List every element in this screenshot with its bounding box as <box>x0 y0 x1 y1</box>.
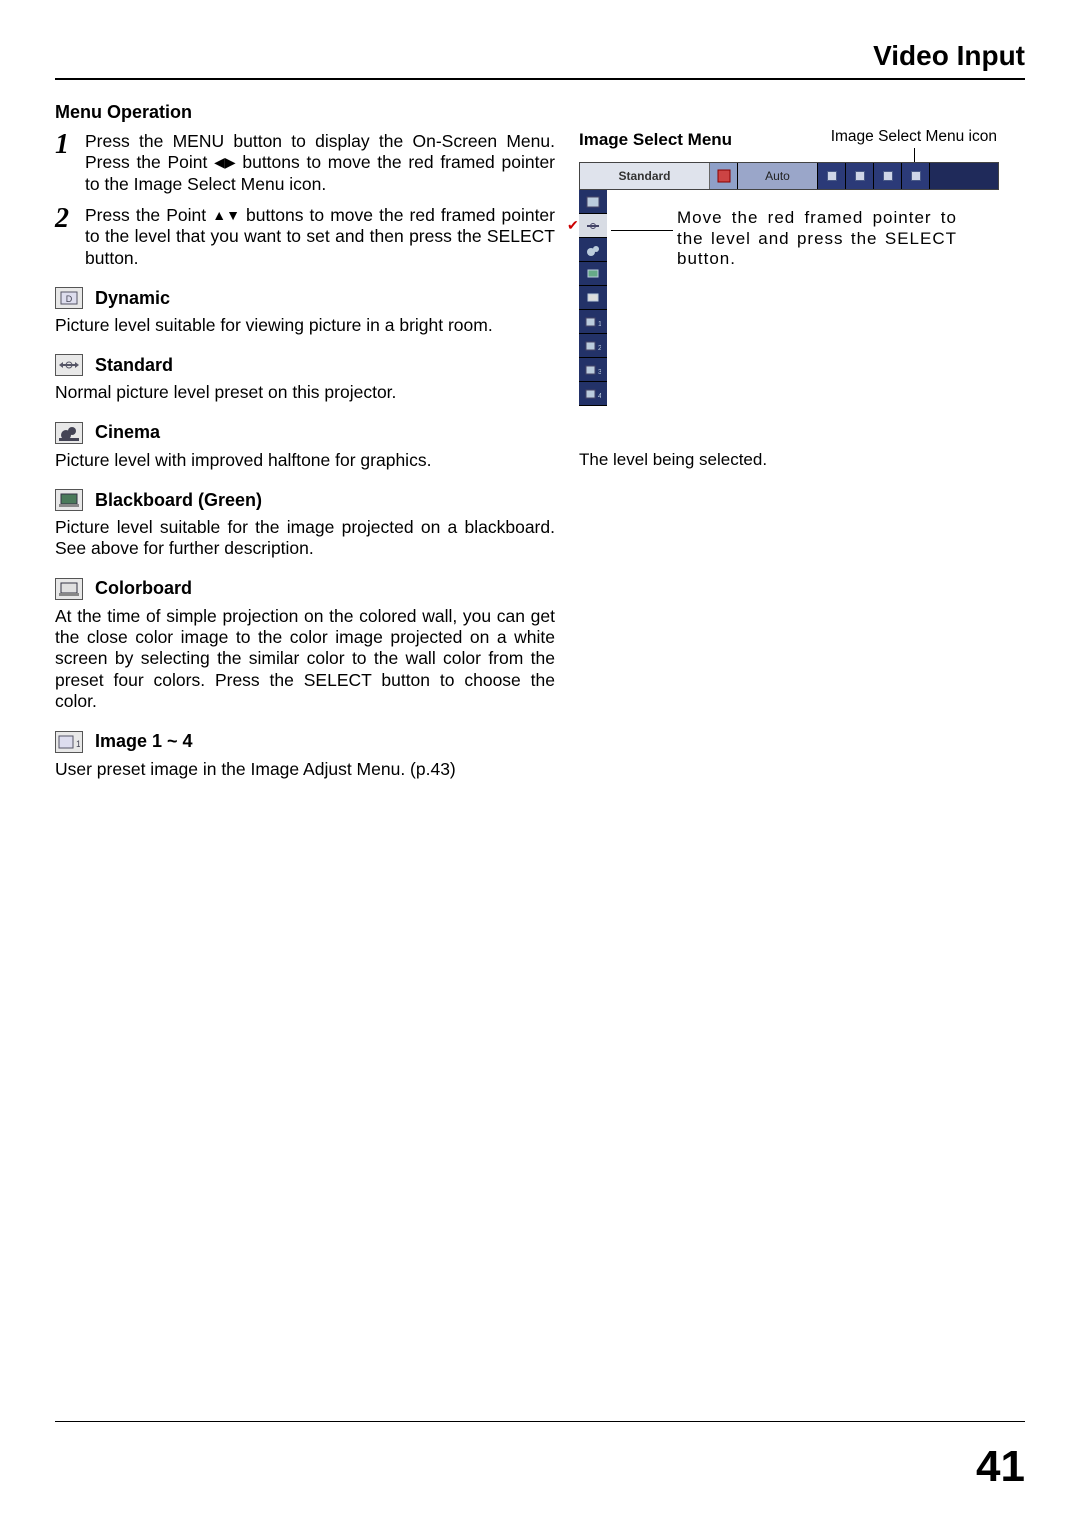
level-caption: The level being selected. <box>579 450 1019 470</box>
right-column: Image Select Menu icon Image Select Menu… <box>579 98 1019 780</box>
mode-desc: At the time of simple projection on the … <box>55 606 555 713</box>
left-right-arrows-icon: ◀▶ <box>214 154 236 171</box>
svg-text:D: D <box>66 294 73 304</box>
cinema-icon <box>55 422 83 444</box>
mode-desc: Normal picture level preset on this proj… <box>55 382 555 403</box>
dynamic-icon: D <box>55 287 83 309</box>
mode-palette: ✔ 1 2 3 4 <box>579 190 607 406</box>
footer-rule <box>55 1421 1025 1422</box>
mode-blackboard: Blackboard (Green) Picture level suitabl… <box>55 489 555 560</box>
mode-title: Dynamic <box>95 288 170 309</box>
palette-blackboard <box>579 262 607 286</box>
mode-title: Colorboard <box>95 578 192 599</box>
mode-title: Standard <box>95 355 173 376</box>
standard-icon <box>55 354 83 376</box>
check-icon: ✔ <box>567 217 579 234</box>
mode-title: Blackboard (Green) <box>95 490 262 511</box>
mode-title: Cinema <box>95 422 160 443</box>
up-down-arrows-icon: ▲▼ <box>212 207 240 224</box>
mode-colorboard: Colorboard At the time of simple project… <box>55 578 555 713</box>
palette-cinema <box>579 238 607 262</box>
icon-callout-label: Image Select Menu icon <box>831 128 997 146</box>
palette-standard-selected: ✔ <box>579 214 607 238</box>
mode-desc: Picture level suitable for viewing pictu… <box>55 315 555 336</box>
svg-text:2: 2 <box>598 345 601 352</box>
palette-image3: 3 <box>579 358 607 382</box>
palette-dynamic <box>579 190 607 214</box>
step-2-text-a: Press the Point <box>85 205 212 225</box>
step-text: Press the MENU button to display the On-… <box>85 131 555 195</box>
colorboard-icon <box>55 578 83 600</box>
palette-image2: 2 <box>579 334 607 358</box>
mode-desc: User preset image in the Image Adjust Me… <box>55 759 555 780</box>
svg-text:4: 4 <box>598 393 601 400</box>
mode-cinema: Cinema Picture level with improved halft… <box>55 422 555 471</box>
step-2: 2 Press the Point ▲▼ buttons to move the… <box>55 205 555 269</box>
callout-text: Move the red framed pointer to the level… <box>677 208 957 270</box>
menu-image-select-icon <box>710 163 738 189</box>
blackboard-icon <box>55 489 83 511</box>
step-number: 1 <box>55 131 85 195</box>
menu-bar: Standard Auto <box>579 162 999 190</box>
mode-image14: 1 Image 1 ~ 4 User preset image in the I… <box>55 731 555 780</box>
svg-text:1: 1 <box>76 739 80 749</box>
svg-text:1: 1 <box>598 321 601 328</box>
menu-current-name: Standard <box>580 163 710 189</box>
mode-standard: Standard Normal picture level preset on … <box>55 354 555 403</box>
step-1: 1 Press the MENU button to display the O… <box>55 131 555 195</box>
section-title: Video Input <box>55 40 1025 80</box>
menu-icon <box>874 163 902 189</box>
menu-icon <box>846 163 874 189</box>
step-number: 2 <box>55 205 85 269</box>
image-preset-icon: 1 <box>55 731 83 753</box>
mode-desc: Picture level with improved halftone for… <box>55 450 555 471</box>
mode-title: Image 1 ~ 4 <box>95 731 193 752</box>
svg-text:3: 3 <box>598 369 601 376</box>
left-column: Menu Operation 1 Press the MENU button t… <box>55 98 555 780</box>
menu-icon <box>902 163 930 189</box>
palette-image4: 4 <box>579 382 607 406</box>
mode-desc: Picture level suitable for the image pro… <box>55 517 555 560</box>
palette-colorboard <box>579 286 607 310</box>
menu-icon <box>818 163 846 189</box>
onscreen-menu-diagram: Standard Auto ✔ <box>579 162 999 190</box>
step-text: Press the Point ▲▼ buttons to move the r… <box>85 205 555 269</box>
mode-dynamic: D Dynamic Picture level suitable for vie… <box>55 287 555 336</box>
menu-operation-heading: Menu Operation <box>55 102 555 123</box>
callout-line <box>611 230 673 231</box>
page-number: 41 <box>976 1442 1025 1492</box>
menu-auto-label: Auto <box>738 163 818 189</box>
palette-image1: 1 <box>579 310 607 334</box>
